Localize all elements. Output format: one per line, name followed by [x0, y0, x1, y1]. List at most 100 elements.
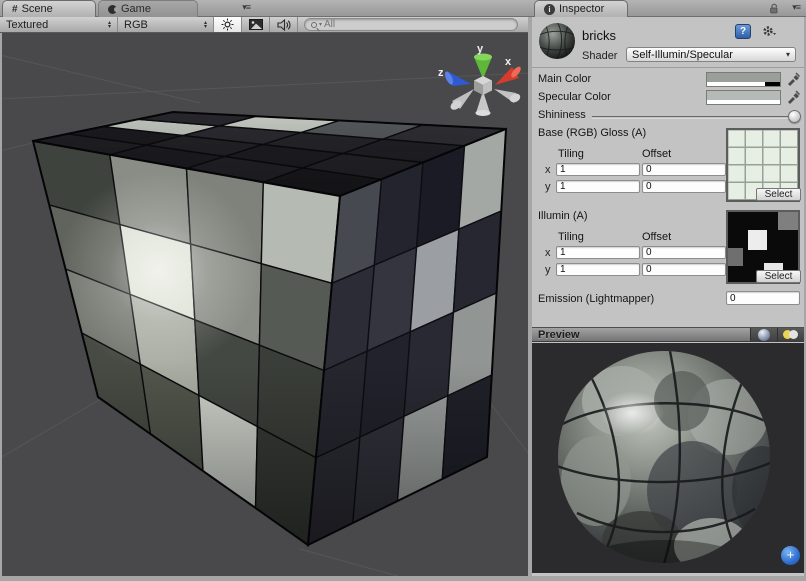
scene-viewport[interactable]: y z x [2, 33, 528, 576]
illumin-offset-label: Offset [642, 231, 671, 243]
main-color-alpha-bar [707, 82, 780, 86]
draw-mode-value: Textured [6, 19, 48, 31]
add-preview-button[interactable]: + [781, 546, 800, 565]
render-mode-value: RGB [124, 19, 148, 31]
base-y-label: y [545, 181, 551, 193]
search-filter-caret-icon: ▾ [319, 21, 322, 28]
lights-icon [783, 330, 799, 340]
textured-cube[interactable] [33, 112, 506, 545]
eyedropper-icon[interactable] [786, 90, 800, 104]
illumin-offset-y-input[interactable] [642, 263, 726, 276]
inspector-panel-menu-icon[interactable]: ▾≡ [792, 2, 800, 13]
material-ball-thumbnail[interactable] [538, 22, 576, 60]
illumin-offset-x-input[interactable] [642, 246, 726, 259]
illumin-texture-square [748, 230, 767, 250]
render-mode-dropdown[interactable]: RGB ▴▾ [118, 17, 214, 32]
gizmo-z-label: z [438, 67, 444, 79]
scene-orientation-gizmo[interactable]: y z x [438, 43, 522, 116]
scene-3d-render: y z x [2, 33, 528, 576]
base-texture-select-button[interactable]: Select [756, 188, 801, 201]
search-icon [311, 22, 317, 28]
tab-inspector-label: Inspector [559, 3, 604, 15]
scene-lighting-toggle[interactable] [214, 17, 242, 32]
base-tiling-y-input[interactable] [556, 180, 640, 193]
gear-menu-button[interactable] [761, 23, 781, 39]
material-name: bricks [582, 28, 616, 43]
chevron-down-icon: ▾ [786, 50, 790, 59]
main-color-label: Main Color [538, 73, 591, 85]
gizmo-x-label: x [505, 56, 512, 68]
illumin-texture-square [728, 248, 743, 266]
image-icon [249, 19, 263, 30]
shader-dropdown[interactable]: Self-Illumin/Specular ▾ [626, 47, 796, 62]
preview-shape-toggle[interactable] [750, 328, 777, 341]
draw-mode-dropdown[interactable]: Textured ▴▾ [0, 17, 118, 32]
scene-audio-toggle[interactable] [270, 17, 298, 32]
illumin-y-label: y [545, 264, 551, 276]
preview-sphere [532, 343, 804, 573]
base-offset-x-input[interactable] [642, 163, 726, 176]
illumin-tiling-y-input[interactable] [556, 263, 640, 276]
search-input[interactable] [324, 19, 484, 30]
shininess-slider[interactable] [592, 116, 801, 119]
specular-color-swatch[interactable] [706, 90, 781, 105]
gizmo-x-axis[interactable] [495, 65, 522, 85]
shininess-label: Shininess [538, 109, 586, 121]
emission-label: Emission (Lightmapper) [538, 293, 654, 305]
inspector-tabstrip: i Inspector ▾≡ [530, 0, 806, 17]
base-tiling-label: Tiling [558, 148, 584, 160]
game-icon [108, 5, 117, 14]
specular-color-value [707, 91, 780, 100]
scene-panel-menu-icon[interactable]: ▾≡ [242, 2, 250, 13]
emission-input[interactable] [726, 291, 800, 305]
tab-inspector[interactable]: i Inspector [534, 0, 628, 17]
illumin-tiling-x-input[interactable] [556, 246, 640, 259]
audio-icon [277, 19, 291, 31]
gear-icon [761, 24, 777, 38]
specular-color-alpha-bar [707, 100, 780, 104]
illumin-texture-label: Illumin (A) [538, 210, 588, 222]
illumin-x-label: x [545, 247, 551, 259]
scene-toolbar: Textured ▴▾ RGB ▴▾ ▾ [0, 17, 528, 33]
illumin-texture-square [778, 212, 798, 230]
scene-icon: # [12, 4, 18, 15]
unity-editor-window: { "icons": { "scene_glyph": "#", "info_g… [0, 0, 806, 581]
help-button[interactable]: ? [735, 24, 751, 39]
gizmo-y-label: y [477, 43, 484, 55]
tab-game-label: Game [121, 3, 151, 15]
gizmo-center-cube[interactable] [474, 76, 492, 95]
dropdown-arrows-icon: ▴▾ [108, 21, 111, 29]
illumin-texture-select-button[interactable]: Select [756, 270, 801, 283]
header-divider [532, 67, 804, 68]
preview-lighting-toggle[interactable] [777, 328, 804, 341]
scene-search-field[interactable]: ▾ [304, 18, 518, 31]
preview-area[interactable]: + [532, 343, 804, 573]
shader-label: Shader [582, 50, 617, 62]
base-offset-label: Offset [642, 148, 671, 160]
sun-icon [221, 18, 234, 31]
shader-value: Self-Illumin/Specular [632, 49, 733, 61]
base-tiling-x-input[interactable] [556, 163, 640, 176]
info-icon: i [544, 4, 555, 15]
base-texture-label: Base (RGB) Gloss (A) [538, 127, 646, 139]
scene-tabstrip: # Scene Game ▾≡ [0, 0, 530, 17]
tab-game[interactable]: Game [98, 0, 198, 17]
eyedropper-icon[interactable] [786, 72, 800, 86]
preview-header: Preview [532, 327, 804, 342]
tab-scene[interactable]: # Scene [2, 0, 96, 17]
preview-title: Preview [532, 329, 750, 341]
scene-skybox-toggle[interactable] [242, 17, 270, 32]
dropdown-arrows-icon: ▴▾ [204, 21, 207, 29]
base-offset-y-input[interactable] [642, 180, 726, 193]
base-x-label: x [545, 164, 551, 176]
specular-color-label: Specular Color [538, 91, 611, 103]
tab-scene-label: Scene [22, 3, 53, 15]
sphere-icon [758, 329, 770, 341]
preview-header-buttons [750, 328, 804, 341]
illumin-tiling-label: Tiling [558, 231, 584, 243]
gizmo-z-axis[interactable] [443, 70, 471, 86]
lock-icon[interactable] [768, 3, 780, 15]
main-color-swatch[interactable] [706, 72, 781, 87]
shininess-slider-handle[interactable] [788, 110, 801, 123]
main-color-value [707, 73, 780, 82]
